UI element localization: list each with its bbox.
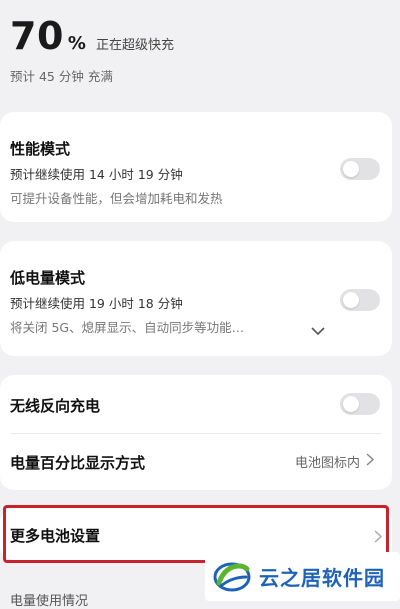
battery-percent-row: 70 % 正在超级快充 — [10, 14, 174, 58]
performance-mode-description: 可提升设备性能，但会增加耗电和发热 — [10, 191, 223, 206]
charging-options-card: 无线反向充电 电量百分比显示方式 电池图标内 — [0, 375, 392, 490]
charge-eta: 预计 45 分钟 充满 — [10, 69, 113, 84]
power-usage-section-label: 电量使用情况 — [10, 594, 89, 609]
low-power-mode-description: 将关闭 5G、熄屏显示、自动同步等功能… — [10, 320, 245, 335]
performance-mode-card: 性能模式 预计继续使用 14 小时 19 分钟 可提升设备性能，但会增加耗电和发… — [0, 112, 392, 222]
wireless-reverse-toggle[interactable] — [340, 393, 380, 415]
percentage-display-row[interactable]: 电量百分比显示方式 电池图标内 — [0, 433, 392, 490]
performance-mode-estimate: 预计继续使用 14 小时 19 分钟 — [10, 167, 183, 182]
battery-header: 70 % 正在超级快充 预计 45 分钟 充满 — [10, 14, 174, 85]
watermark-text: 云之居软件园 — [259, 566, 385, 590]
watermark-logo-icon — [211, 555, 253, 599]
performance-mode-title: 性能模式 — [10, 140, 71, 158]
chevron-down-icon[interactable] — [311, 321, 325, 340]
low-power-mode-card: 低电量模式 预计继续使用 19 小时 18 分钟 将关闭 5G、熄屏显示、自动同… — [0, 241, 392, 356]
percentage-display-value: 电池图标内 — [294, 456, 360, 471]
wireless-reverse-title: 无线反向充电 — [10, 397, 101, 415]
watermark: 云之居软件园 — [205, 552, 400, 601]
performance-mode-toggle[interactable] — [340, 158, 380, 180]
low-power-mode-title: 低电量模式 — [10, 269, 86, 287]
chevron-right-icon — [366, 453, 375, 470]
percentage-display-value-wrap: 电池图标内 — [294, 452, 375, 471]
charging-status: 正在超级快充 — [95, 38, 174, 53]
performance-mode-row[interactable]: 性能模式 预计继续使用 14 小时 19 分钟 可提升设备性能，但会增加耗电和发… — [0, 112, 392, 207]
toggle-knob — [343, 161, 359, 177]
battery-percent-sign: % — [67, 33, 86, 54]
low-power-mode-row[interactable]: 低电量模式 预计继续使用 19 小时 18 分钟 将关闭 5G、熄屏显示、自动同… — [0, 241, 392, 336]
battery-percent: 70 — [10, 14, 64, 58]
toggle-knob — [343, 396, 359, 412]
low-power-mode-toggle[interactable] — [340, 289, 380, 311]
wireless-reverse-row[interactable]: 无线反向充电 — [0, 375, 392, 433]
toggle-knob — [343, 292, 359, 308]
low-power-mode-estimate: 预计继续使用 19 小时 18 分钟 — [10, 296, 183, 311]
